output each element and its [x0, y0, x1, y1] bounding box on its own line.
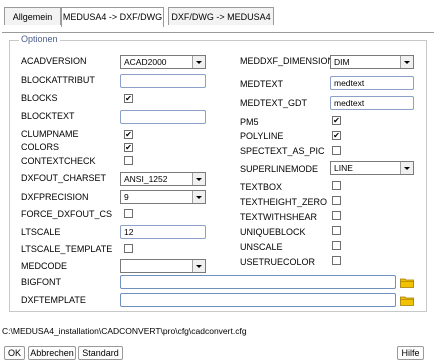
- medtext-label: MEDTEXT: [240, 79, 284, 89]
- check-icon: ✔: [125, 143, 132, 152]
- check-icon: ✔: [333, 131, 340, 140]
- unscale-label: UNSCALE: [240, 242, 283, 252]
- tab-dxf-to-medusa4[interactable]: DXF/DWG -> MEDUSA4: [168, 7, 274, 25]
- dxftemplate-label: DXFTEMPLATE: [21, 295, 86, 305]
- tab-bar: Allgemein MEDUSA4 -> DXF/DWG DXF/DWG -> …: [2, 7, 434, 33]
- dxfprecision-label: DXFPRECISION: [21, 192, 89, 202]
- medcode-label: MEDCODE: [21, 261, 68, 271]
- tab-medusa4-to-dxf[interactable]: MEDUSA4 -> DXF/DWG: [61, 7, 164, 27]
- blocktext-field[interactable]: [120, 110, 206, 124]
- medtext-gdt-field[interactable]: medtext: [330, 96, 414, 110]
- spectext-as-pic-label: SPECTEXT_AS_PIC: [240, 146, 325, 156]
- polyline-checkbox[interactable]: ✔: [332, 131, 341, 140]
- ok-button[interactable]: OK: [4, 346, 25, 360]
- unscale-checkbox[interactable]: [332, 241, 341, 250]
- check-icon: ✔: [125, 130, 132, 139]
- textwithshear-checkbox[interactable]: [332, 211, 341, 220]
- ltscale-field[interactable]: 12: [120, 225, 206, 239]
- blocktext-label: BLOCKTEXT: [21, 111, 75, 121]
- folder-icon[interactable]: [400, 295, 414, 306]
- clumpname-label: CLUMPNAME: [21, 129, 79, 139]
- chevron-down-icon: [400, 56, 413, 68]
- chevron-down-icon: [192, 173, 205, 185]
- tab-allgemein[interactable]: Allgemein: [4, 7, 61, 25]
- chevron-down-icon: [192, 191, 205, 203]
- cancel-button[interactable]: Abbrechen: [28, 346, 76, 360]
- usetruecolor-label: USETRUECOLOR: [240, 257, 316, 267]
- textwithshear-label: TEXTWITHSHEAR: [240, 212, 318, 222]
- polyline-label: POLYLINE: [240, 131, 284, 141]
- textbox-label: TEXTBOX: [240, 182, 283, 192]
- superlinemode-label: SUPERLINEMODE: [240, 164, 319, 174]
- bigfont-label: BIGFONT: [21, 277, 61, 287]
- meddxf-dimension-select[interactable]: DIM: [330, 55, 414, 69]
- medtext-gdt-label: MEDTEXT_GDT: [240, 98, 308, 108]
- uniqueblock-label: UNIQUEBLOCK: [240, 227, 306, 237]
- blockattribut-label: BLOCKATTRIBUT: [21, 75, 95, 85]
- dxfprecision-value: 9: [124, 192, 129, 202]
- superlinemode-select[interactable]: LINE: [330, 161, 414, 175]
- contextcheck-checkbox[interactable]: [124, 156, 133, 165]
- pm5-label: PM5: [240, 117, 259, 127]
- clumpname-checkbox[interactable]: ✔: [124, 130, 133, 139]
- uniqueblock-checkbox[interactable]: [332, 226, 341, 235]
- usetruecolor-checkbox[interactable]: [332, 256, 341, 265]
- chevron-down-icon: [400, 162, 413, 174]
- folder-icon[interactable]: [400, 277, 414, 288]
- check-icon: ✔: [333, 116, 340, 125]
- contextcheck-label: CONTEXTCHECK: [21, 156, 96, 166]
- blockattribut-field[interactable]: [120, 74, 206, 88]
- ltscale-template-checkbox[interactable]: [124, 244, 133, 253]
- textheight-zero-label: TEXTHEIGHT_ZERO: [240, 197, 328, 207]
- medtext-field[interactable]: medtext: [330, 76, 414, 90]
- options-group-title: Optionen: [19, 34, 60, 44]
- blocks-checkbox[interactable]: ✔: [124, 94, 133, 103]
- acadversion-value: ACAD2000: [124, 57, 167, 67]
- textheight-zero-checkbox[interactable]: [332, 196, 341, 205]
- blocks-label: BLOCKS: [21, 93, 58, 103]
- dxfout-charset-label: DXFOUT_CHARSET: [21, 173, 107, 183]
- bigfont-field[interactable]: [120, 275, 396, 289]
- meddxf-dimension-value: DIM: [334, 57, 350, 67]
- superlinemode-value: LINE: [334, 163, 353, 173]
- acadversion-select[interactable]: ACAD2000: [120, 55, 206, 69]
- textbox-checkbox[interactable]: [332, 181, 341, 190]
- acadversion-label: ACADVERSION: [21, 56, 87, 66]
- chevron-down-icon: [192, 56, 205, 68]
- chevron-down-icon: [192, 260, 205, 272]
- spectext-as-pic-checkbox[interactable]: [332, 146, 341, 155]
- pm5-checkbox[interactable]: ✔: [332, 116, 341, 125]
- dxfout-charset-value: ANSI_1252: [124, 174, 168, 184]
- standard-button[interactable]: Standard: [78, 346, 123, 360]
- config-path: C:\MEDUSA4_installation\CADCONVERT\pro\c…: [2, 326, 247, 336]
- force-dxfout-cs-label: FORCE_DXFOUT_CS: [21, 209, 113, 219]
- ltscale-label: LTSCALE: [21, 227, 61, 237]
- dxftemplate-field[interactable]: [120, 293, 396, 307]
- check-icon: ✔: [125, 94, 132, 103]
- ltscale-template-label: LTSCALE_TEMPLATE: [21, 244, 113, 254]
- dxfout-charset-select[interactable]: ANSI_1252: [120, 172, 206, 186]
- colors-label: COLORS: [21, 142, 60, 152]
- colors-checkbox[interactable]: ✔: [124, 143, 133, 152]
- tab-baseline: [2, 32, 434, 33]
- force-dxfout-cs-checkbox[interactable]: [124, 209, 133, 218]
- meddxf-dimension-label: MEDDXF_DIMENSION: [240, 56, 335, 66]
- medcode-select[interactable]: [120, 259, 206, 273]
- dxfprecision-select[interactable]: 9: [120, 190, 206, 204]
- help-button[interactable]: Hilfe: [397, 346, 424, 360]
